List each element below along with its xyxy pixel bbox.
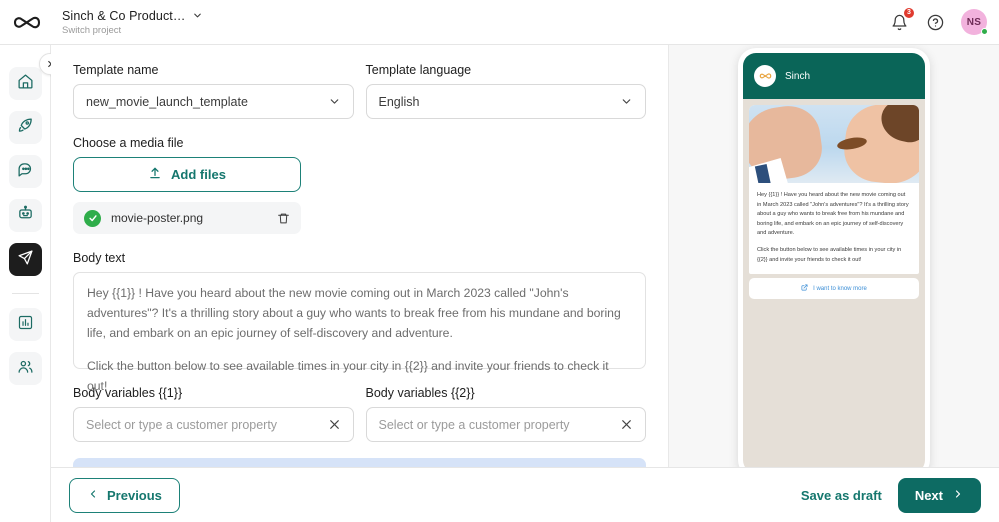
previous-label: Previous bbox=[107, 488, 162, 503]
people-icon bbox=[17, 358, 34, 380]
phone-chat-header: Sinch bbox=[743, 53, 925, 99]
phone-sender-name: Sinch bbox=[785, 71, 810, 82]
save-as-draft-button[interactable]: Save as draft bbox=[801, 488, 882, 503]
info-banner: i How do you design a personalized messa… bbox=[73, 458, 646, 467]
preview-paragraph-1: Hey {{1}} ! Have you heard about the new… bbox=[757, 191, 911, 239]
media-file-section: Choose a media file Add files movie-post… bbox=[73, 136, 646, 234]
rocket-icon bbox=[17, 117, 34, 139]
footer-actions: Save as draft Next bbox=[801, 478, 981, 513]
sidebar-item-launch[interactable] bbox=[9, 111, 42, 144]
chevron-down-icon[interactable] bbox=[328, 95, 341, 108]
body-variable-2-field: Body variables {{2}} Select or type a cu… bbox=[366, 386, 647, 442]
bar-chart-icon bbox=[17, 314, 34, 336]
next-label: Next bbox=[915, 488, 943, 503]
top-bar-actions: 3 NS bbox=[889, 9, 999, 35]
check-circle-icon bbox=[84, 210, 101, 227]
preview-message-bubble: Hey {{1}} ! Have you heard about the new… bbox=[749, 105, 919, 274]
sidebar bbox=[0, 45, 51, 522]
template-name-value: new_movie_launch_template bbox=[86, 95, 328, 109]
upload-icon bbox=[148, 166, 162, 183]
template-name-select[interactable]: new_movie_launch_template bbox=[73, 84, 354, 119]
body-variable-1-input[interactable]: Select or type a customer property bbox=[73, 407, 354, 442]
template-name-field: Template name new_movie_launch_template bbox=[73, 63, 354, 119]
media-file-label: Choose a media file bbox=[73, 136, 646, 150]
body-variable-2-placeholder: Select or type a customer property bbox=[379, 418, 621, 432]
body-text-section: Body text Hey {{1}} ! Have you heard abo… bbox=[73, 251, 646, 369]
file-name: movie-poster.png bbox=[111, 211, 267, 225]
wizard-footer: Previous Save as draft Next bbox=[51, 467, 999, 522]
sidebar-divider bbox=[12, 293, 39, 294]
switch-project-label: Switch project bbox=[62, 25, 203, 36]
preview-paragraph-2: Click the button below to see available … bbox=[757, 246, 911, 265]
phone-chat-body: Hey {{1}} ! Have you heard about the new… bbox=[743, 99, 925, 467]
sidebar-item-campaigns[interactable] bbox=[9, 243, 42, 276]
phone-mockup: Sinch Hey {{1}} ! Have you heard about t… bbox=[738, 48, 930, 467]
top-bar: Sinch & Co Product… Switch project 3 NS bbox=[0, 0, 999, 45]
sidebar-item-analytics[interactable] bbox=[9, 308, 42, 341]
preview-message-text: Hey {{1}} ! Have you heard about the new… bbox=[749, 183, 919, 274]
body-paragraph-1: Hey {{1}} ! Have you heard about the new… bbox=[87, 284, 632, 344]
body-variable-2-label: Body variables {{2}} bbox=[366, 386, 647, 400]
template-form: Template name new_movie_launch_template … bbox=[51, 45, 669, 467]
home-icon bbox=[17, 73, 34, 95]
template-language-select[interactable]: English bbox=[366, 84, 647, 119]
sidebar-item-audience[interactable] bbox=[9, 352, 42, 385]
chevron-left-icon bbox=[87, 488, 99, 503]
project-name: Sinch & Co Product… bbox=[62, 9, 185, 23]
message-preview-panel: Sinch Hey {{1}} ! Have you heard about t… bbox=[669, 45, 999, 467]
chat-bubble-icon bbox=[17, 161, 34, 183]
preview-cta-button[interactable]: I want to know more bbox=[749, 278, 919, 299]
preview-cta-label: I want to know more bbox=[813, 286, 867, 292]
add-files-button[interactable]: Add files bbox=[73, 157, 301, 192]
question-circle-icon[interactable] bbox=[925, 12, 945, 32]
body-text-label: Body text bbox=[73, 251, 646, 265]
template-name-label: Template name bbox=[73, 63, 354, 77]
body-variable-1-field: Body variables {{1}} Select or type a cu… bbox=[73, 386, 354, 442]
chevron-down-icon[interactable] bbox=[620, 95, 633, 108]
chevron-down-icon[interactable] bbox=[192, 10, 203, 21]
body-text-input[interactable]: Hey {{1}} ! Have you heard about the new… bbox=[73, 272, 646, 369]
notification-badge: 3 bbox=[904, 8, 914, 18]
app-root: Sinch & Co Product… Switch project 3 NS bbox=[0, 0, 999, 522]
avatar[interactable]: NS bbox=[961, 9, 987, 35]
sidebar-item-bots[interactable] bbox=[9, 199, 42, 232]
sidebar-item-home[interactable] bbox=[9, 67, 42, 100]
body-variables-row: Body variables {{1}} Select or type a cu… bbox=[73, 386, 646, 442]
bell-icon[interactable]: 3 bbox=[889, 12, 909, 32]
chevron-right-icon bbox=[952, 488, 964, 503]
add-files-label: Add files bbox=[171, 167, 226, 182]
sinch-logo-icon bbox=[754, 65, 776, 87]
close-icon[interactable] bbox=[328, 418, 341, 431]
trash-icon[interactable] bbox=[277, 212, 290, 225]
template-meta-row: Template name new_movie_launch_template … bbox=[73, 63, 646, 119]
project-switcher[interactable]: Sinch & Co Product… Switch project bbox=[62, 9, 203, 36]
template-language-value: English bbox=[379, 95, 621, 109]
bot-icon bbox=[17, 205, 34, 227]
template-language-field: Template language English bbox=[366, 63, 647, 119]
previous-button[interactable]: Previous bbox=[69, 478, 180, 513]
next-button[interactable]: Next bbox=[898, 478, 981, 513]
online-status-dot bbox=[981, 28, 988, 35]
sinch-logo-icon[interactable] bbox=[0, 14, 54, 31]
uploaded-file-row: movie-poster.png bbox=[73, 202, 301, 234]
paper-plane-icon bbox=[17, 249, 34, 271]
body-variable-1-placeholder: Select or type a customer property bbox=[86, 418, 328, 432]
template-language-label: Template language bbox=[366, 63, 647, 77]
body-variable-2-input[interactable]: Select or type a customer property bbox=[366, 407, 647, 442]
close-icon[interactable] bbox=[620, 418, 633, 431]
movie-poster-image bbox=[749, 105, 919, 183]
sidebar-item-conversations[interactable] bbox=[9, 155, 42, 188]
external-link-icon bbox=[801, 284, 808, 293]
body-variable-1-label: Body variables {{1}} bbox=[73, 386, 354, 400]
avatar-initials: NS bbox=[967, 17, 982, 28]
